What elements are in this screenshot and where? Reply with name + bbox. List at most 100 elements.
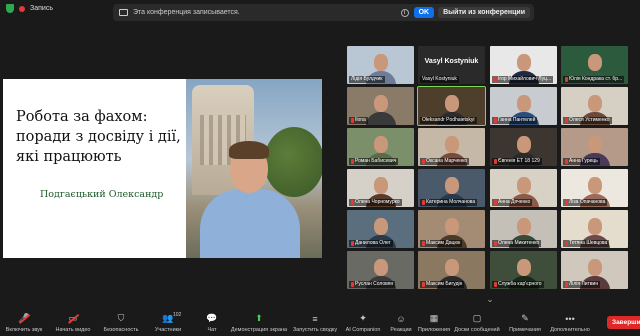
- participant-face: [588, 177, 602, 194]
- status-area: Запись: [6, 4, 53, 13]
- toolbar-item[interactable]: ☺ Реакции: [388, 310, 414, 336]
- participant-name: Анна Гурець: [569, 158, 598, 164]
- participant-tile[interactable]: Данилова Олег: [347, 210, 414, 248]
- toolbar-item[interactable]: 💬 Чат: [197, 310, 227, 336]
- participant-name-label: Олена Чорномурко: [349, 199, 402, 206]
- leave-meeting-button[interactable]: Выйти из конференции: [438, 7, 530, 18]
- muted-mic-icon: [351, 159, 354, 164]
- toolbar-item[interactable]: ▭ Начать видео: [50, 310, 96, 336]
- participant-tile[interactable]: Руслан Соловян: [347, 251, 414, 289]
- muted-mic-icon: [565, 282, 568, 287]
- participant-tile[interactable]: Лілія Литвин: [561, 251, 628, 289]
- participant-name: Олена Микитенко: [498, 240, 540, 246]
- participant-tile[interactable]: Євгенія ЕТ 18 129: [490, 128, 557, 166]
- toolbar-item[interactable]: ≡ Запустить сводку: [292, 310, 338, 336]
- toolbar-label: Начать видео: [55, 327, 91, 333]
- participant-name: Максим Бигудін: [426, 281, 463, 287]
- slide-text-area: Робота за фахом: поради з досвіду і дії,…: [3, 79, 186, 258]
- participant-face: [374, 259, 388, 276]
- participant-face: [445, 259, 459, 276]
- participant-face: [445, 95, 459, 112]
- toolbar-item[interactable]: 🎤 Включить звук: [2, 310, 46, 336]
- toolbar-item[interactable]: ⬆ Демонстрация экрана: [229, 310, 289, 336]
- muted-mic-icon: [565, 200, 568, 205]
- participant-tile[interactable]: Анна Дяченко: [490, 169, 557, 207]
- participant-name-label: Ігор Михайлович Луц...: [492, 76, 554, 83]
- participant-tile[interactable]: Служба кар'єрного: [490, 251, 557, 289]
- participant-tile[interactable]: Анна Гурець: [561, 128, 628, 166]
- participant-name-label: Ліза Опачанова: [563, 199, 608, 206]
- participant-tile[interactable]: Ганна Пантелей: [490, 87, 557, 125]
- participant-tile[interactable]: Оксана Марченко: [418, 128, 485, 166]
- shared-screen: Робота за фахом: поради з досвіду і дії,…: [3, 79, 322, 258]
- participant-name: Лідія Булдчик: [351, 76, 383, 82]
- participant-tile[interactable]: Ліза Опачанова: [561, 169, 628, 207]
- participant-tile[interactable]: Роман Бабисевич: [347, 128, 414, 166]
- muted-mic-icon: [422, 241, 425, 246]
- participant-name-label: Лілія Литвин: [563, 281, 601, 288]
- participant-tile[interactable]: Олена Микитенко: [490, 210, 557, 248]
- participant-tile[interactable]: Олена Чорномурко: [347, 169, 414, 207]
- muted-mic-icon: [494, 159, 497, 164]
- chevron-down-icon[interactable]: ⌄: [483, 294, 497, 304]
- muted-mic-icon: [351, 241, 354, 246]
- info-icon[interactable]: i: [400, 8, 409, 17]
- security-shield-icon[interactable]: [6, 4, 14, 13]
- participant-tile[interactable]: Катерина Молчанова: [418, 169, 485, 207]
- muted-mic-icon: [422, 159, 425, 164]
- participant-tile[interactable]: Лідія Булдчик: [347, 46, 414, 84]
- participant-tile[interactable]: Юлія Кондрака ст. бр...: [561, 46, 628, 84]
- participant-tile[interactable]: Олеся Устименко: [561, 87, 628, 125]
- recording-label: Запись: [30, 5, 53, 12]
- muted-mic-icon: [422, 200, 425, 205]
- participant-tile[interactable]: Ігор Михайлович Луц...: [490, 46, 557, 84]
- toolbar-item[interactable]: ✦ AI Companion: [340, 310, 386, 336]
- toolbar-icon: ≡: [312, 313, 318, 324]
- end-meeting-button[interactable]: Заверши: [607, 316, 640, 329]
- participant-face: [517, 136, 531, 153]
- participant-tile[interactable]: Vasyl Kostyniuk Vasyl Kostyniuk: [418, 46, 485, 84]
- participant-name-label: Oleksandr Podhaietskyi: [420, 117, 477, 124]
- participant-face: [588, 259, 602, 276]
- participant-name: Оксана Марченко: [426, 158, 468, 164]
- participant-name: Ганна Пантелей: [498, 117, 536, 123]
- slide-photo: [186, 79, 322, 258]
- participant-tile[interactable]: Ilona: [347, 87, 414, 125]
- participant-tile[interactable]: Максим Бигудін: [418, 251, 485, 289]
- participant-tile[interactable]: Максим Дацюк: [418, 210, 485, 248]
- toolbar-item[interactable]: ••• Дополнительно: [548, 310, 592, 336]
- participant-name-label: Данилова Олег: [349, 240, 393, 247]
- participant-name: Максим Дацюк: [426, 240, 461, 246]
- toolbar-icon: ✦: [359, 313, 367, 323]
- participant-name: Євгенія ЕТ 18 129: [498, 158, 540, 164]
- ok-button[interactable]: OK: [413, 7, 435, 18]
- participant-name: Олена Чорномурко: [355, 199, 400, 205]
- toolbar-item[interactable]: ⛉ Безопасность: [99, 310, 143, 336]
- toolbar-icon: 💬: [206, 313, 218, 323]
- toolbar-icon: ⛉: [117, 313, 125, 323]
- participant-name-label: Анна Гурець: [563, 158, 600, 165]
- participant-name: Катерина Молчанова: [426, 199, 476, 205]
- participant-nameplate: Vasyl Kostyniuk: [424, 58, 479, 65]
- participant-face: [517, 54, 531, 71]
- slide-author: Подгаєцький Олександр: [40, 189, 164, 200]
- participant-face: [374, 136, 388, 153]
- participant-tile[interactable]: Тетяна Шевцова: [561, 210, 628, 248]
- participant-tile[interactable]: Oleksandr Podhaietskyi: [417, 86, 486, 126]
- participant-name-label: Ilona: [349, 117, 368, 124]
- presenter-hair: [229, 141, 269, 159]
- toolbar-label: Участники: [154, 327, 182, 333]
- toolbar-icon: 👥 102: [162, 312, 182, 323]
- toolbar-item[interactable]: ▦ Приложения: [417, 310, 451, 336]
- toolbar-item[interactable]: ✎ Примечания: [505, 310, 545, 336]
- participant-name: Ліза Опачанова: [569, 199, 606, 205]
- participant-face: [445, 177, 459, 194]
- toolbar-item[interactable]: 👥 102 Участники: [148, 310, 188, 336]
- toolbar-icon: ⬆: [255, 313, 263, 323]
- toolbar-item[interactable]: ▢ Доски сообщений: [453, 310, 501, 336]
- muted-mic-icon: [494, 118, 497, 123]
- toolbar-label: Запустить сводку: [292, 327, 338, 333]
- participant-face: [517, 177, 531, 194]
- participant-face: [445, 218, 459, 235]
- toolbar-label: Чат: [207, 327, 217, 333]
